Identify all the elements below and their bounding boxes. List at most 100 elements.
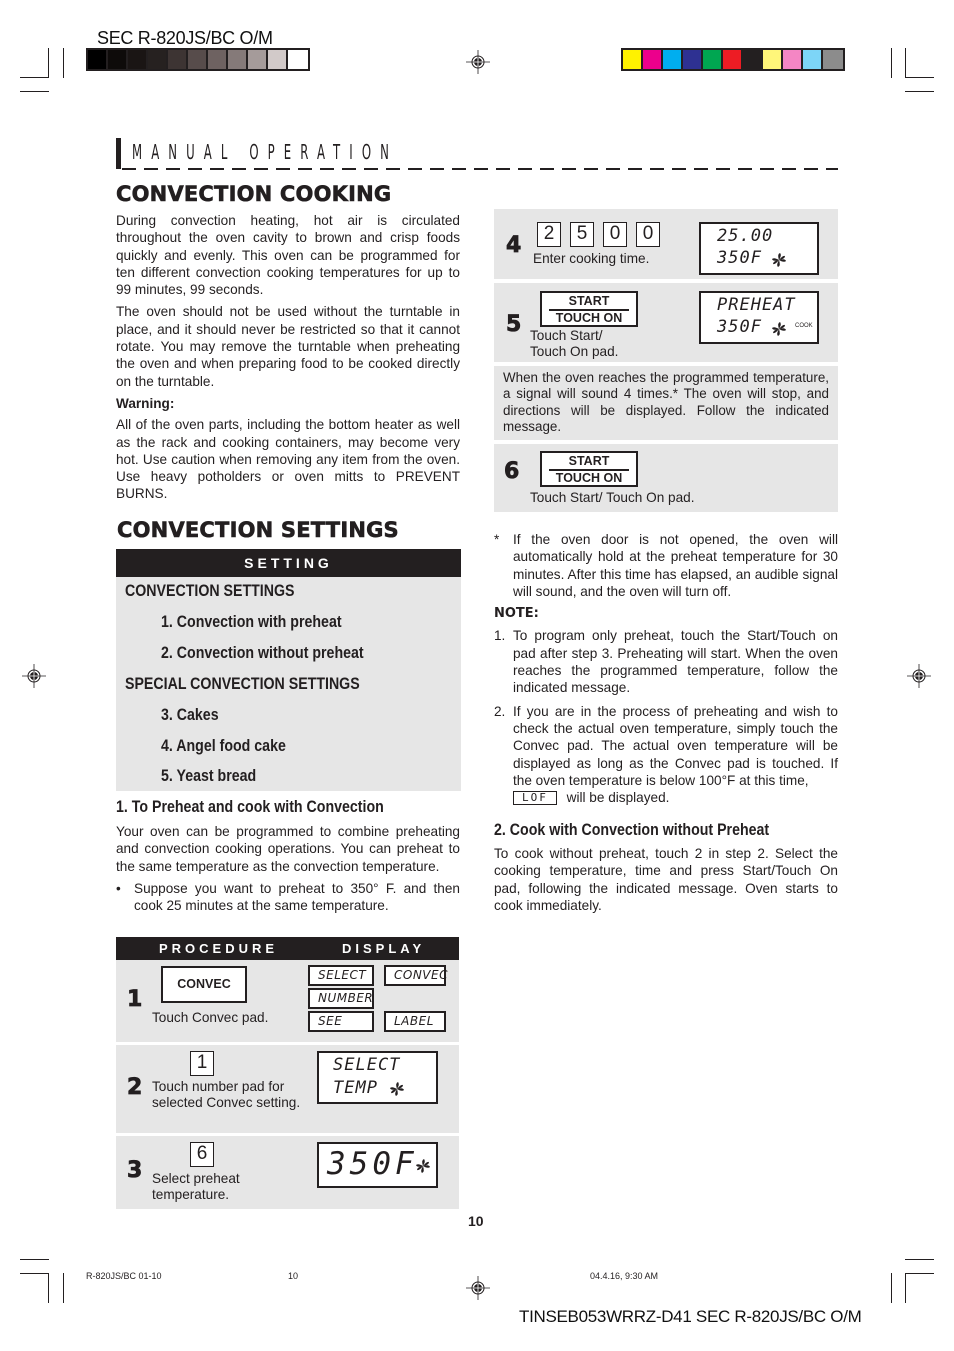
color-swatch: [663, 50, 683, 69]
bullet-marker: •: [116, 880, 121, 896]
lcd-line: 350F: [717, 317, 762, 337]
color-swatch: [823, 50, 843, 69]
lcd-line: PREHEAT: [717, 295, 796, 315]
pad-label-bottom: TOUCH ON: [555, 311, 623, 325]
convection-fan-icon: [772, 322, 786, 336]
note-text-after: will be displayed.: [566, 790, 670, 806]
step-number: 2: [127, 1075, 143, 1101]
footer-doc-code: TINSEB053WRRZ-D41 SEC R-820JS/BC O/M: [519, 1307, 862, 1326]
number-pad-key[interactable]: 0: [636, 222, 660, 247]
procedure-table-header: PROCEDURE DISPLAY: [116, 937, 459, 960]
page-number: 10: [468, 1213, 484, 1229]
crop-mark: [905, 77, 934, 78]
procedure-step-1: 1 CONVEC Touch Convec pad. SELECT CONVEC…: [116, 960, 459, 1042]
note-marker: 1.: [494, 628, 506, 644]
bullet-text: Suppose you want to preheat to 350° F. a…: [134, 880, 460, 914]
number-pad-key[interactable]: 5: [570, 222, 594, 247]
settings-table-header: SETTING: [116, 549, 461, 577]
start-touch-on-pad-button[interactable]: START TOUCH ON: [540, 291, 638, 327]
footer-timestamp: 04.4.16, 9:30 AM: [590, 1271, 659, 1281]
procedure-column-label: PROCEDURE: [159, 941, 279, 956]
step-number: 1: [127, 987, 143, 1013]
section-header-title: MANUAL OPERATION: [132, 140, 399, 164]
crop-mark: [20, 91, 49, 92]
registration-mark-icon: [22, 664, 46, 688]
without-preheat-text: To cook without preheat, touch 2 in step…: [494, 846, 838, 913]
lcd-display-word: SEE: [308, 1011, 374, 1032]
step-instruction: Select preheat temperature.: [152, 1171, 240, 1202]
preheat-section-heading: 1. To Preheat and cook with Convection: [116, 798, 384, 816]
note-text: If you are in the process of preheating …: [513, 703, 838, 788]
crop-mark: [891, 1273, 892, 1303]
color-swatch: [623, 50, 643, 69]
color-calibration-bar: [621, 48, 845, 71]
procedure-step-4: 4 2 5 0 0 Enter cooking time. 25.00 350F: [494, 209, 838, 279]
color-swatch: [643, 50, 663, 69]
number-pad-key[interactable]: 1: [190, 1051, 214, 1076]
convection-cooking-body: During convection heating, hot air is ci…: [116, 212, 460, 508]
lcd-display: 25.00 350F: [699, 222, 819, 275]
crop-mark: [891, 48, 892, 78]
paragraph: During convection heating, hot air is ci…: [116, 213, 460, 298]
lcd-line: TEMP: [333, 1078, 378, 1098]
color-swatch: [108, 50, 128, 69]
step-number: 6: [504, 459, 520, 485]
crop-mark: [63, 1273, 64, 1303]
paragraph: The oven should not be used without the …: [116, 304, 460, 389]
step-number: 3: [127, 1158, 143, 1184]
warning-label: Warning:: [116, 395, 175, 411]
color-swatch: [168, 50, 188, 69]
footer-page: 10: [288, 1271, 299, 1281]
crop-mark: [48, 48, 49, 78]
color-swatch: [148, 50, 168, 69]
registration-mark-icon: [907, 664, 931, 688]
settings-group-label: SPECIAL CONVECTION SETTINGS: [125, 675, 360, 693]
settings-option: 4. Angel food cake: [161, 737, 286, 755]
step-instruction: Touch Convec pad.: [152, 1010, 269, 1025]
color-swatch: [268, 50, 288, 69]
step-instruction-line: Touch Start/: [530, 328, 603, 343]
number-pad-key[interactable]: 2: [537, 222, 561, 247]
procedure-step-2: 2 1 Touch number pad for selected Convec…: [116, 1045, 459, 1133]
color-swatch: [88, 50, 108, 69]
step-instruction: Touch Start/ Touch On pad.: [530, 490, 695, 505]
lcd-line: SELECT: [333, 1055, 401, 1075]
color-swatch: [743, 50, 763, 69]
preheat-reached-note: When the oven reaches the programmed tem…: [494, 366, 838, 440]
start-touch-on-pad-button[interactable]: START TOUCH ON: [540, 451, 638, 487]
settings-option: 3. Cakes: [161, 706, 219, 724]
color-swatch: [188, 50, 208, 69]
crop-mark: [20, 1273, 49, 1274]
crop-mark: [905, 1273, 934, 1274]
display-column-label: DISPLAY: [342, 941, 426, 956]
convection-fan-icon: [390, 1082, 404, 1096]
pad-label-top: START: [568, 294, 610, 308]
number-pad-key[interactable]: 0: [603, 222, 627, 247]
lof-display-indicator: LOF: [513, 791, 557, 806]
cook-indicator: COOK: [795, 323, 813, 329]
footnote-text: If the oven door is not opened, the oven…: [513, 532, 838, 599]
crop-mark: [905, 91, 934, 92]
registration-mark-icon: [466, 1276, 490, 1300]
lcd-display: 350F: [317, 1142, 438, 1188]
section-header-rule: [122, 168, 838, 170]
note-marker: 2.: [494, 703, 506, 719]
lcd-display-word: CONVEC: [384, 965, 447, 986]
color-swatch: [703, 50, 723, 69]
crop-mark: [905, 1273, 906, 1303]
paragraph: Your oven can be programmed to combine p…: [116, 824, 460, 874]
settings-group-label: CONVECTION SETTINGS: [125, 582, 295, 600]
procedure-step-5: 5 START TOUCH ON Touch Start/ Touch On p…: [494, 283, 838, 362]
warning-text: All of the oven parts, including the bot…: [116, 417, 460, 502]
crop-mark: [48, 1273, 49, 1303]
step-instruction: Touch Start/ Touch On pad.: [530, 328, 618, 360]
note-label: NOTE:: [494, 606, 539, 622]
crop-mark: [63, 48, 64, 78]
number-pad-key[interactable]: 6: [190, 1142, 214, 1167]
preheat-section-body: Your oven can be programmed to combine p…: [116, 823, 460, 914]
lcd-display-word: LABEL: [384, 1011, 446, 1032]
color-swatch: [763, 50, 783, 69]
convection-settings-heading: CONVECTION SETTINGS: [117, 518, 399, 543]
grayscale-calibration-bar: [86, 48, 310, 71]
convec-pad-button[interactable]: CONVEC: [161, 966, 247, 1003]
